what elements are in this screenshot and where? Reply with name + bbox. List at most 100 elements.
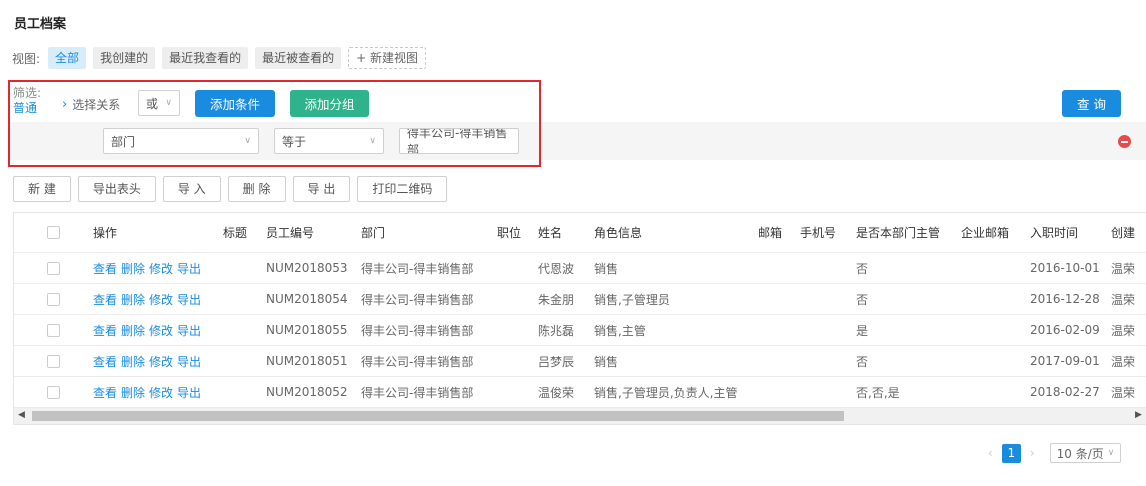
pagination: ‹ 1 › 10 条/页 ∨	[988, 443, 1122, 463]
chevron-down-icon: ∨	[244, 136, 251, 146]
department: 得丰公司-得丰销售部	[361, 354, 474, 369]
add-group-button[interactable]: 添加分组	[290, 90, 369, 117]
column-header: 角色信息	[594, 226, 643, 240]
employee-id: NUM2018054	[266, 292, 348, 306]
add-condition-button[interactable]: 添加条件	[195, 90, 275, 117]
view-recently-viewed-tab[interactable]: 最近被查看的	[255, 47, 342, 69]
employee-name: 温俊荣	[538, 385, 575, 400]
view-created-by-me-tab[interactable]: 我创建的	[93, 47, 156, 69]
edit-link[interactable]: 修改	[149, 260, 173, 277]
relation-selector[interactable]: › 选择关系	[62, 96, 120, 113]
hire-date: 2017-09-01	[1030, 354, 1100, 368]
row-checkbox[interactable]	[47, 292, 60, 306]
relation-value: 或	[146, 96, 159, 111]
scrollbar-thumb[interactable]	[32, 411, 844, 421]
print-qrcode-button[interactable]: 打印二维码	[357, 176, 448, 202]
filter-field-select[interactable]: 部门 ∨	[103, 128, 259, 154]
filter-label: 筛选: 普通	[13, 86, 41, 116]
new-view-button[interactable]: + 新建视图	[348, 47, 426, 69]
employee-id: NUM2018051	[266, 354, 348, 368]
department: 得丰公司-得丰销售部	[361, 292, 474, 307]
row-checkbox[interactable]	[47, 385, 60, 399]
edit-link[interactable]: 修改	[149, 322, 173, 339]
chevron-down-icon: ∨	[165, 98, 172, 108]
page-size-select[interactable]: 10 条/页 ∨	[1049, 443, 1122, 463]
prev-page-icon[interactable]: ‹	[988, 446, 993, 460]
export-link[interactable]: 导出	[177, 291, 201, 308]
filter-operator-select[interactable]: 等于 ∨	[274, 128, 384, 154]
filter-mode-link[interactable]: 普通	[13, 101, 41, 116]
is-manager: 否,否,是	[856, 385, 900, 400]
row-checkbox[interactable]	[47, 354, 60, 368]
department: 得丰公司-得丰销售部	[361, 261, 474, 276]
delete-link[interactable]: 删除	[121, 291, 145, 308]
table-header-row: 操作 标题 员工编号 部门 职位 姓名 角色信息 邮箱 手机号 是否本部门主管 …	[14, 213, 1146, 253]
scroll-left-icon[interactable]: ◀	[18, 410, 25, 420]
employee-name: 吕梦辰	[538, 354, 575, 369]
department: 得丰公司-得丰销售部	[361, 323, 474, 338]
relation-select[interactable]: 或 ∨	[138, 90, 180, 116]
column-header: 邮箱	[758, 226, 783, 240]
row-checkbox[interactable]	[47, 261, 60, 275]
delete-button[interactable]: 删 除	[227, 176, 286, 202]
delete-link[interactable]: 删除	[121, 384, 145, 401]
query-button[interactable]: 查 询	[1062, 90, 1121, 117]
column-header: 企业邮箱	[961, 226, 1010, 240]
current-page[interactable]: 1	[1001, 443, 1021, 463]
horizontal-scrollbar[interactable]: ◀ ▶	[14, 408, 1146, 424]
view-link[interactable]: 查看	[93, 322, 117, 339]
new-button[interactable]: 新 建	[13, 176, 71, 202]
column-header: 入职时间	[1030, 226, 1079, 240]
is-manager: 否	[856, 354, 869, 369]
edit-link[interactable]: 修改	[149, 384, 173, 401]
edit-link[interactable]: 修改	[149, 291, 173, 308]
employee-id: NUM2018053	[266, 261, 348, 275]
department: 得丰公司-得丰销售部	[361, 385, 474, 400]
filter-value-input[interactable]: 得丰公司-得丰销售部	[399, 128, 519, 154]
page-title: 员工档案	[14, 17, 67, 32]
employee-name: 朱金朋	[538, 292, 575, 307]
creator: 温荣	[1111, 385, 1136, 400]
delete-link[interactable]: 删除	[121, 260, 145, 277]
view-all-tab[interactable]: 全部	[48, 47, 87, 69]
column-header: 创建	[1111, 226, 1136, 240]
export-link[interactable]: 导出	[177, 260, 201, 277]
relation-label: 选择关系	[72, 98, 121, 112]
table-row: 查看 删除 修改 导出 NUM2018052 得丰公司-得丰销售部 温俊荣 销售,子管…	[14, 377, 1146, 408]
remove-condition-icon[interactable]	[1118, 135, 1131, 148]
creator: 温荣	[1111, 261, 1136, 276]
export-link[interactable]: 导出	[177, 322, 201, 339]
edit-link[interactable]: 修改	[149, 353, 173, 370]
view-label: 视图:	[12, 51, 41, 66]
creator: 温荣	[1111, 323, 1136, 338]
delete-link[interactable]: 删除	[121, 322, 145, 339]
view-link[interactable]: 查看	[93, 353, 117, 370]
column-header: 手机号	[800, 226, 837, 240]
filter-value-text: 得丰公司-得丰销售部	[407, 128, 508, 154]
row-checkbox[interactable]	[47, 323, 60, 337]
view-link[interactable]: 查看	[93, 384, 117, 401]
export-link[interactable]: 导出	[177, 353, 201, 370]
hire-date: 2018-02-27	[1030, 385, 1100, 399]
delete-link[interactable]: 删除	[121, 353, 145, 370]
export-header-button[interactable]: 导出表头	[77, 176, 156, 202]
column-header: 员工编号	[266, 226, 315, 240]
view-recently-viewed-by-me-tab[interactable]: 最近我查看的	[162, 47, 249, 69]
export-link[interactable]: 导出	[177, 384, 201, 401]
view-link[interactable]: 查看	[93, 291, 117, 308]
next-page-icon[interactable]: ›	[1030, 446, 1035, 460]
table-row: 查看 删除 修改 导出 NUM2018055 得丰公司-得丰销售部 陈兆磊 销售,主管…	[14, 315, 1146, 346]
select-all-checkbox[interactable]	[47, 226, 60, 239]
table-row: 查看 删除 修改 导出 NUM2018054 得丰公司-得丰销售部 朱金朋 销售,子管…	[14, 284, 1146, 315]
view-link[interactable]: 查看	[93, 260, 117, 277]
import-button[interactable]: 导 入	[162, 176, 221, 202]
column-header: 姓名	[538, 226, 563, 240]
export-button[interactable]: 导 出	[292, 176, 351, 202]
view-bar: 视图: 全部 我创建的 最近我查看的 最近被查看的 + 新建视图	[12, 47, 433, 69]
is-manager: 是	[856, 323, 869, 338]
employee-table: 操作 标题 员工编号 部门 职位 姓名 角色信息 邮箱 手机号 是否本部门主管 …	[13, 212, 1146, 425]
scroll-right-icon[interactable]: ▶	[1135, 410, 1142, 420]
employee-id: NUM2018055	[266, 323, 348, 337]
is-manager: 否	[856, 261, 869, 276]
table-row: 查看 删除 修改 导出 NUM2018051 得丰公司-得丰销售部 吕梦辰 销售 否 …	[14, 346, 1146, 377]
